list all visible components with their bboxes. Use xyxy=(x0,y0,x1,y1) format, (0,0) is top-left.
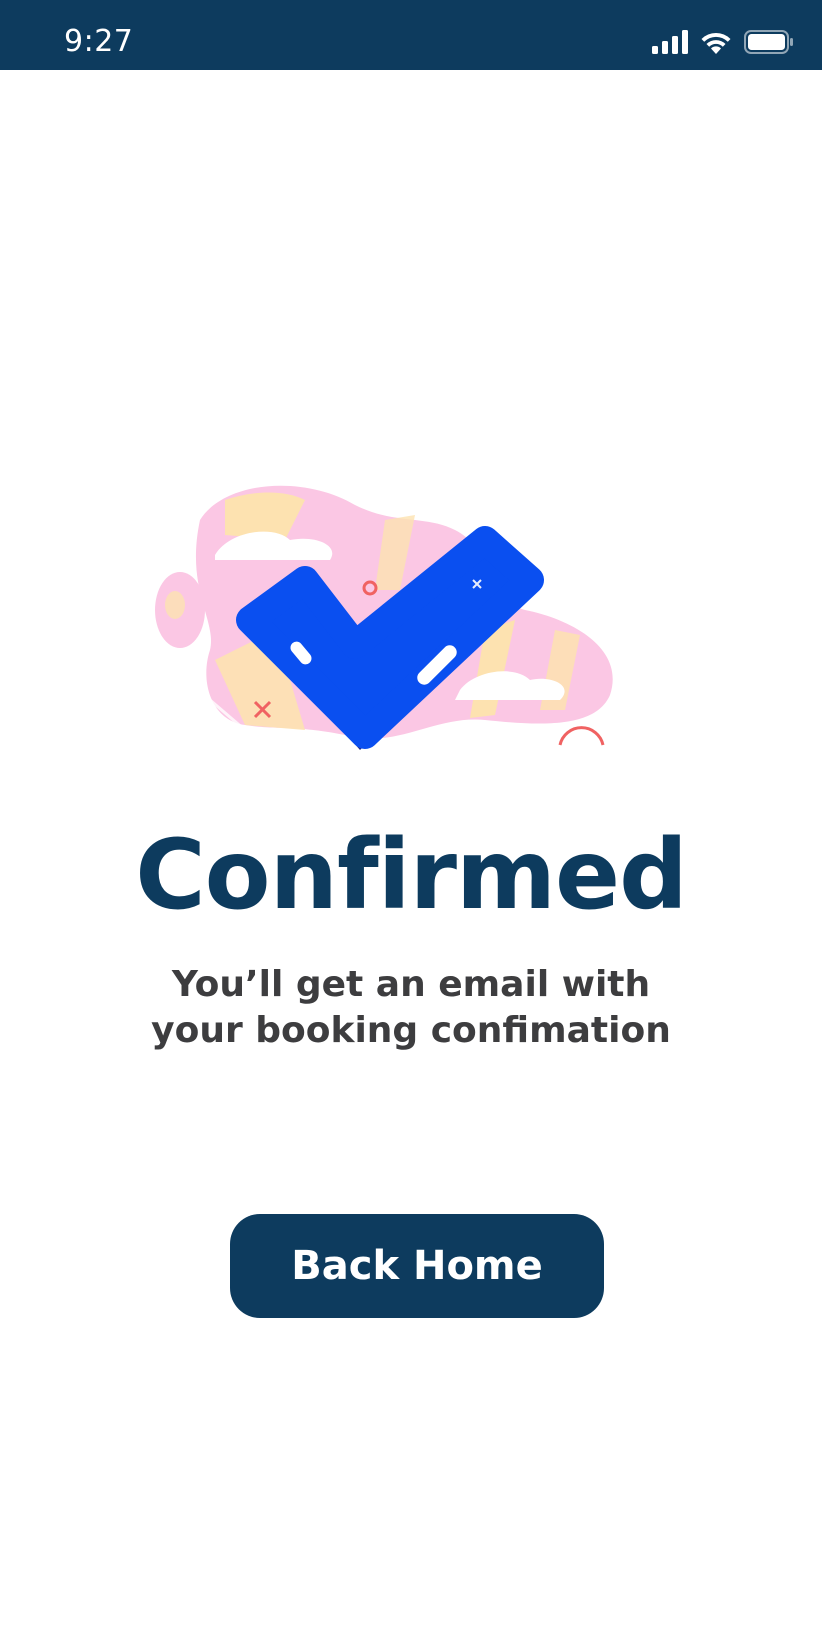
back-home-button[interactable]: Back Home xyxy=(230,1214,604,1318)
wifi-icon xyxy=(700,30,732,59)
status-time: 9:27 xyxy=(64,24,134,59)
signal-icon xyxy=(652,30,688,59)
status-bar: 9:27 xyxy=(0,0,822,70)
confirmation-message-line-2: your booking confimation xyxy=(151,1010,671,1051)
status-icons xyxy=(652,30,794,59)
page-title: Confirmed xyxy=(135,819,688,931)
confirmation-message-line-1: You’ll get an email with xyxy=(171,964,651,1005)
confirmation-message: You’ll get an email with your booking co… xyxy=(0,962,822,1054)
battery-icon xyxy=(744,30,794,59)
checkmark-illustration-icon xyxy=(155,480,645,770)
